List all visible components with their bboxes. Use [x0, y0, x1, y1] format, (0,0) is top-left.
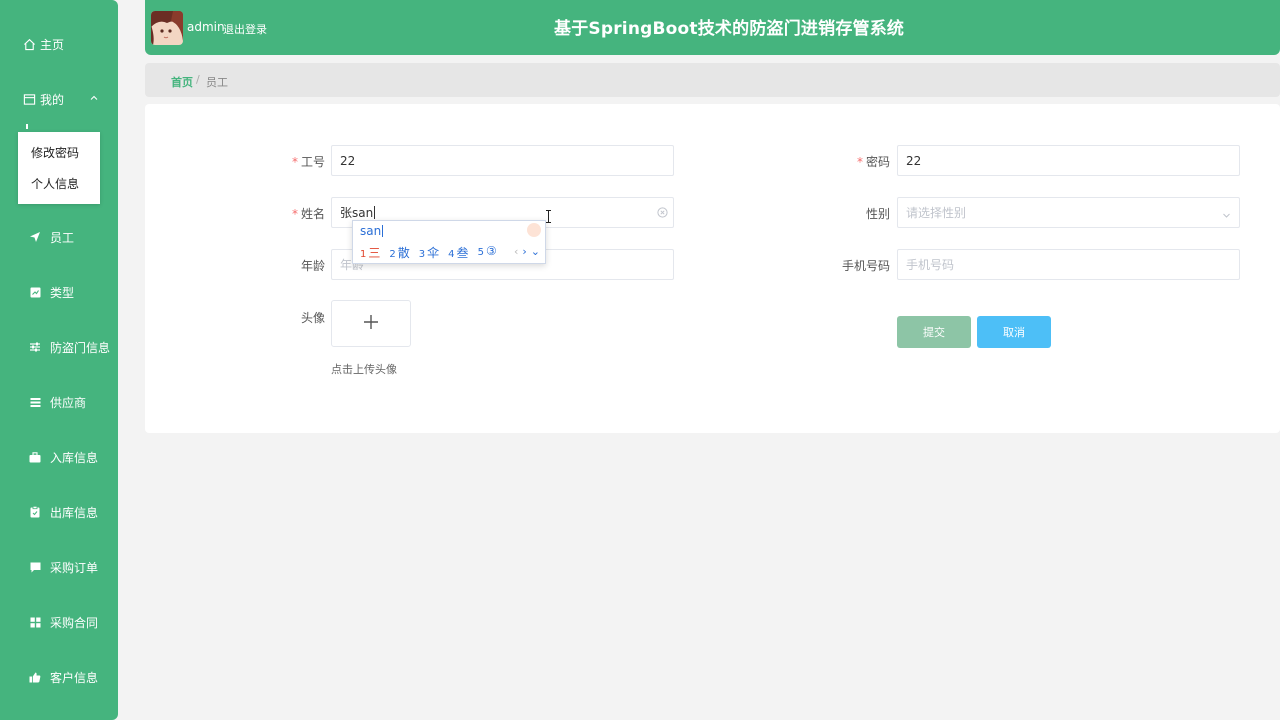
breadcrumb-home[interactable]: 首页 [171, 74, 193, 90]
sidebar: 主页 我的 修改密码 个人信息 员工 类型 防盗门信息 供应商 入库信息 出库信… [0, 0, 118, 720]
expand-icon[interactable]: ⌄ [531, 245, 540, 258]
app-title: 基于SpringBoot技术的防盗门进销存管系统 [554, 19, 905, 39]
nav-purchase-order[interactable]: 采购订单 [0, 552, 118, 582]
breadcrumb-separator: / [196, 73, 200, 86]
ime-candidates: 1三 2散 3伞 4叁 5③ [360, 244, 506, 261]
username: admin [187, 20, 225, 34]
nav-purchase-order-label: 采购订单 [50, 560, 99, 575]
ime-candidate[interactable]: 2散 [389, 244, 409, 261]
top-header: admin 退出登录 基于SpringBoot技术的防盗门进销存管系统 [145, 0, 1280, 55]
nav-stock-out[interactable]: 出库信息 [0, 497, 118, 527]
text-caret [374, 206, 376, 219]
grid-icon [28, 615, 42, 629]
required-mark: * [291, 207, 298, 221]
sliders-icon [28, 340, 42, 354]
employee-no-label: * 工号 [291, 155, 325, 169]
home-icon [22, 37, 36, 51]
nav-customer[interactable]: 客户信息 [0, 662, 118, 692]
logout-link[interactable]: 退出登录 [223, 21, 267, 37]
phone-label: 手机号码 [841, 259, 890, 273]
ime-candidate[interactable]: 5③ [478, 244, 497, 261]
ime-composition: san [360, 224, 384, 238]
nav-mine[interactable]: 我的 [0, 84, 118, 114]
nav-employee-label: 员工 [50, 230, 75, 245]
nav-employee[interactable]: 员工 [0, 222, 118, 252]
required-mark: * [291, 155, 298, 169]
avatar-label: 头像 [300, 311, 325, 325]
list-icon [28, 395, 42, 409]
avatar[interactable] [151, 11, 183, 45]
briefcase-icon [28, 450, 42, 464]
employee-no-field[interactable]: 22 [331, 145, 674, 176]
chevron-up-icon [89, 92, 99, 106]
phone-field[interactable]: 手机号码 [897, 249, 1240, 280]
nav-stock-out-label: 出库信息 [50, 505, 99, 520]
cancel-button[interactable]: 取消 [977, 316, 1051, 348]
nav-stock-in-label: 入库信息 [50, 450, 99, 465]
name-label: * 姓名 [291, 207, 325, 221]
nav-purchase-contract[interactable]: 采购合同 [0, 607, 118, 637]
mine-submenu: 修改密码 个人信息 [18, 132, 100, 204]
upload-hint: 点击上传头像 [331, 363, 397, 376]
clipboard-icon [28, 505, 42, 519]
ime-logo-icon [527, 223, 541, 237]
ime-candidate[interactable]: 1三 [360, 244, 380, 261]
nav-type[interactable]: 类型 [0, 277, 118, 307]
breadcrumb: 首页 / 员工 [145, 63, 1280, 97]
password-label: * 密码 [856, 155, 890, 169]
gender-label: 性别 [865, 207, 890, 221]
age-label: 年龄 [300, 259, 325, 273]
avatar-upload[interactable] [331, 300, 411, 347]
nav-stock-in[interactable]: 入库信息 [0, 442, 118, 472]
nav-door-info[interactable]: 防盗门信息 [0, 332, 118, 362]
chevron-down-icon [1222, 209, 1231, 223]
ime-candidate-popup: san 1三 2散 3伞 4叁 5③ ‹ › ⌄ [352, 220, 546, 264]
breadcrumb-current: 员工 [206, 76, 228, 89]
clear-icon[interactable] [657, 207, 668, 221]
nav-door-info-label: 防盗门信息 [50, 340, 111, 355]
nav-mine-label: 我的 [40, 92, 65, 107]
window-icon [22, 92, 36, 106]
chart-icon [28, 285, 42, 299]
nav-customer-label: 客户信息 [50, 670, 99, 685]
nav-home-label: 主页 [40, 37, 65, 52]
plus-icon [363, 314, 379, 333]
nav-supplier-label: 供应商 [50, 395, 87, 410]
ime-candidate[interactable]: 3伞 [419, 244, 439, 261]
prev-page-icon[interactable]: ‹ [514, 245, 518, 258]
nav-home[interactable]: 主页 [0, 29, 118, 59]
password-field[interactable]: 22 [897, 145, 1240, 176]
ime-candidate[interactable]: 4叁 [448, 244, 468, 261]
thumb-icon [28, 670, 42, 684]
submenu-profile[interactable]: 个人信息 [18, 169, 100, 200]
cursor-mark [26, 124, 28, 129]
submenu-change-password[interactable]: 修改密码 [18, 138, 100, 169]
gender-select[interactable]: 请选择性别 [897, 197, 1240, 228]
required-mark: * [856, 155, 863, 169]
send-icon [28, 230, 42, 244]
nav-supplier[interactable]: 供应商 [0, 387, 118, 417]
nav-type-label: 类型 [50, 285, 75, 300]
next-page-icon[interactable]: › [522, 245, 526, 258]
comment-icon [28, 560, 42, 574]
submit-button[interactable]: 提交 [897, 316, 971, 348]
nav-purchase-contract-label: 采购合同 [50, 615, 99, 630]
ime-page-nav: ‹ › ⌄ [514, 245, 540, 258]
name-value: 张san [340, 206, 374, 220]
ibeam-cursor-icon [546, 210, 551, 226]
